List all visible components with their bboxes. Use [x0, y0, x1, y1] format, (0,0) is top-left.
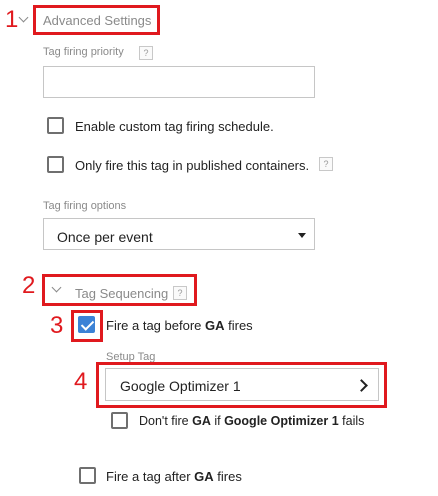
fire-after-checkbox[interactable]: [79, 467, 96, 484]
fire-after-text: Fire a tag after: [106, 469, 195, 484]
advanced-settings-toggle[interactable]: Advanced Settings: [43, 13, 151, 28]
dont-fire-text: Don't fire: [139, 414, 193, 428]
fire-before-text: Fire a tag before: [106, 318, 205, 333]
dont-fire-tag-name: GA: [192, 414, 211, 428]
annotation-number-4: 4: [74, 368, 88, 395]
dropdown-arrow-icon: [298, 233, 306, 238]
setup-tag-value: Google Optimizer 1: [120, 378, 241, 394]
dont-fire-checkbox[interactable]: [111, 412, 128, 429]
fire-before-tag-name: GA: [205, 318, 225, 333]
help-icon[interactable]: ?: [319, 157, 333, 171]
published-only-label: Only fire this tag in published containe…: [75, 158, 310, 173]
fire-after-suffix: fires: [213, 469, 242, 484]
tag-firing-options-value: Once per event: [57, 229, 153, 245]
dont-fire-label: Don't fire GA if Google Optimizer 1 fail…: [139, 414, 364, 428]
fire-before-suffix: fires: [224, 318, 253, 333]
annotation-number-1: 1: [5, 6, 19, 33]
chevron-down-icon[interactable]: [18, 12, 29, 23]
annotation-number-3: 3: [50, 312, 64, 339]
checkmark-icon: [80, 317, 95, 331]
dont-fire-setup-name: Google Optimizer 1: [224, 414, 339, 428]
tag-firing-priority-input[interactable]: [43, 66, 315, 98]
published-only-checkbox[interactable]: [47, 156, 64, 173]
tag-firing-options-label: Tag firing options: [43, 200, 127, 212]
dont-fire-suffix: fails: [338, 414, 365, 428]
chevron-right-icon: [355, 379, 368, 392]
fire-after-label: Fire a tag after GA fires: [106, 469, 242, 484]
help-icon[interactable]: ?: [139, 46, 153, 60]
annotation-number-2: 2: [22, 272, 36, 299]
tag-firing-options-select[interactable]: Once per event: [43, 218, 315, 250]
fire-before-checkbox[interactable]: [78, 316, 95, 333]
tag-firing-priority-label: Tag firing priority: [43, 46, 124, 58]
custom-schedule-label: Enable custom tag firing schedule.: [75, 119, 274, 134]
fire-before-label: Fire a tag before GA fires: [106, 318, 253, 333]
dont-fire-mid: if: [210, 414, 225, 428]
help-icon[interactable]: ?: [173, 286, 187, 300]
setup-tag-select[interactable]: Google Optimizer 1: [105, 368, 379, 401]
custom-schedule-checkbox[interactable]: [47, 117, 64, 134]
fire-after-tag-name: GA: [194, 469, 214, 484]
tag-sequencing-toggle[interactable]: Tag Sequencing: [75, 286, 168, 301]
